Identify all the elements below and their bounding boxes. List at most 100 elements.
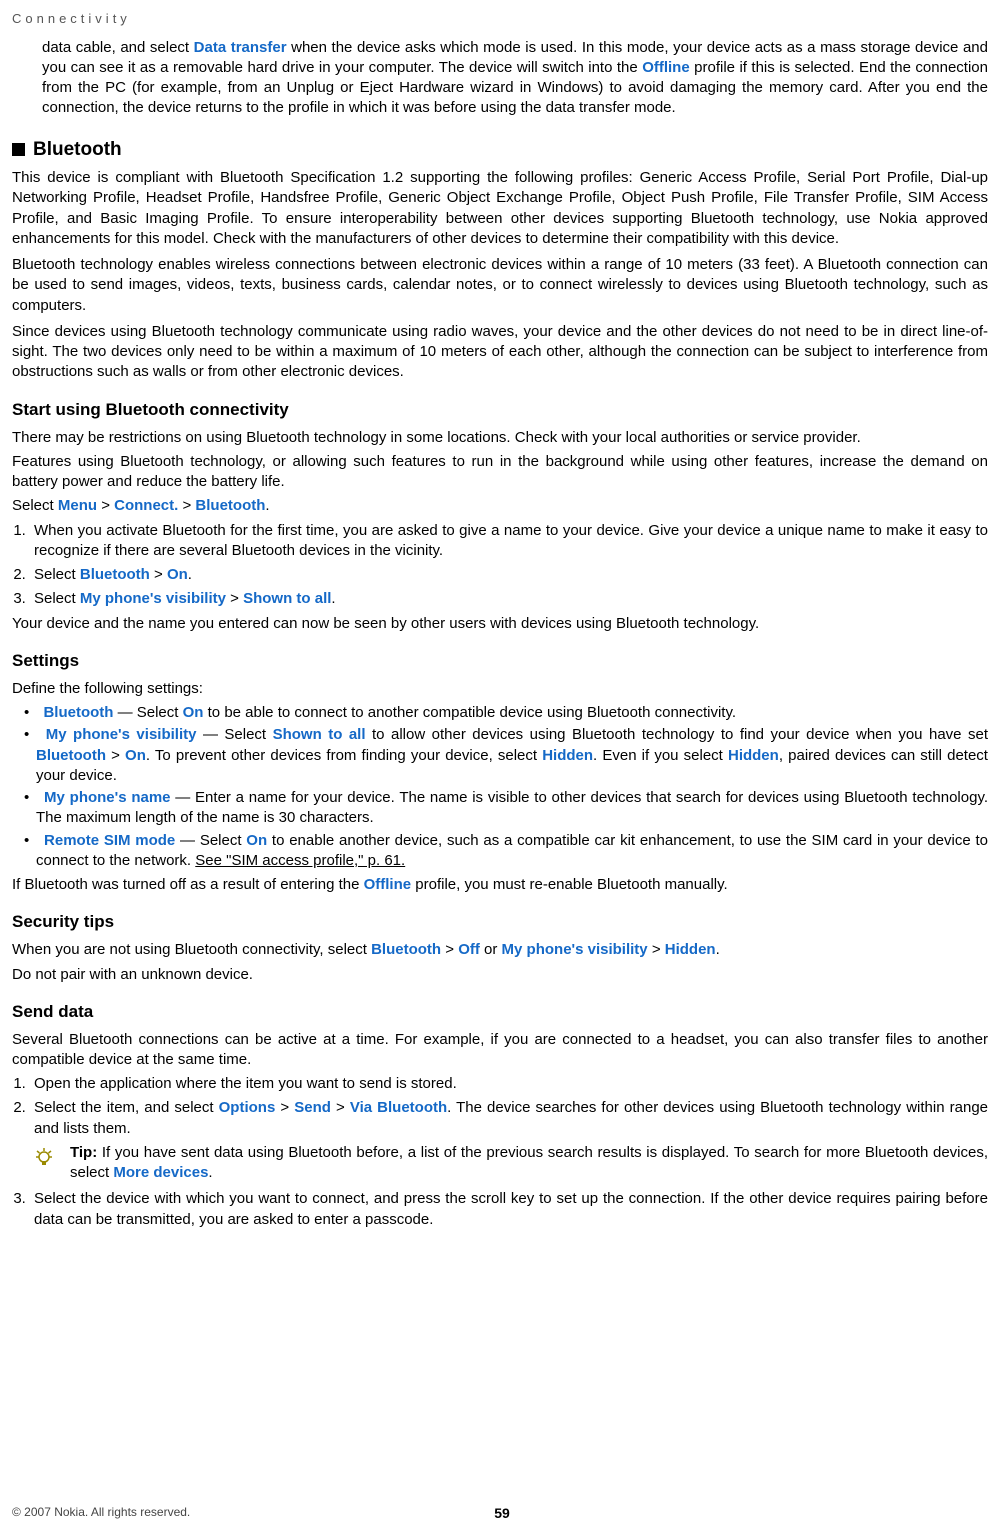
text: Select (12, 497, 58, 514)
copyright: © 2007 Nokia. All rights reserved. (12, 1505, 190, 1519)
value: On (125, 747, 146, 764)
text: to be able to connect to another compati… (203, 704, 736, 721)
send-title: Send data (12, 1001, 988, 1024)
security-p2: Do not pair with an unknown device. (12, 965, 988, 985)
send-step-3: Select the device with which you want to… (30, 1189, 988, 1230)
page-footer: © 2007 Nokia. All rights reserved. 59 (12, 1504, 992, 1520)
step-2: Select Bluetooth > On. (30, 565, 988, 585)
text: — Enter a name for your device. The name… (36, 789, 988, 826)
link-data-transfer: Data transfer (194, 39, 287, 56)
send-steps: Open the application where the item you … (30, 1074, 988, 1230)
start-select: Select Menu > Connect. > Bluetooth. (12, 496, 988, 516)
menu-item: My phone's visibility (502, 941, 648, 958)
menu-item: My phone's visibility (80, 590, 226, 607)
text: When you are not using Bluetooth connect… (12, 941, 371, 958)
setting-phone-name: My phone's name — Enter a name for your … (24, 788, 988, 829)
setting-name: My phone's name (44, 789, 170, 806)
text: profile, you must re-enable Bluetooth ma… (411, 876, 728, 893)
step-3: Select My phone's visibility > Shown to … (30, 589, 988, 609)
settings-intro: Define the following settings: (12, 679, 988, 699)
send-p1: Several Bluetooth connections can be act… (12, 1030, 988, 1071)
menu-item: Bluetooth (195, 497, 265, 514)
menu-item: Menu (58, 497, 97, 514)
menu-item: Bluetooth (371, 941, 441, 958)
step-1: When you activate Bluetooth for the firs… (30, 521, 988, 562)
start-p1: There may be restrictions on using Bluet… (12, 428, 988, 448)
tip-text: Tip: If you have sent data using Bluetoo… (70, 1143, 988, 1184)
settings-title: Settings (12, 650, 988, 673)
start-after: Your device and the name you entered can… (12, 614, 988, 634)
setting-name: Bluetooth (43, 704, 113, 721)
label-offline: Offline (364, 876, 412, 893)
bluetooth-p2: Bluetooth technology enables wireless co… (12, 255, 988, 316)
start-steps: When you activate Bluetooth for the firs… (30, 521, 988, 610)
separator: > (97, 497, 114, 514)
value: Bluetooth (36, 747, 106, 764)
send-step-1: Open the application where the item you … (30, 1074, 988, 1094)
menu-item: Connect. (114, 497, 178, 514)
link-sim-profile[interactable]: See "SIM access profile," p. 61. (195, 852, 405, 869)
menu-item: Options (219, 1099, 276, 1116)
send-step-2: Select the item, and select Options > Se… (30, 1098, 988, 1183)
text: . (188, 566, 192, 583)
value: Hidden (665, 941, 716, 958)
heading: Bluetooth (33, 137, 122, 163)
separator: > (178, 497, 195, 514)
text: . (331, 590, 335, 607)
separator: > (275, 1099, 294, 1116)
text: Select (34, 566, 80, 583)
value: On (183, 704, 204, 721)
setting-name: My phone's visibility (46, 726, 197, 743)
security-p1: When you are not using Bluetooth connect… (12, 940, 988, 960)
separator: > (331, 1099, 350, 1116)
menu-item: Via Bluetooth (350, 1099, 447, 1116)
text: . (208, 1164, 212, 1181)
value: On (246, 832, 267, 849)
separator: > (226, 590, 243, 607)
text: — Select (175, 832, 246, 849)
text: data cable, and select (42, 39, 194, 56)
setting-name: Remote SIM mode (44, 832, 175, 849)
text: — Select (113, 704, 182, 721)
value: Hidden (542, 747, 593, 764)
setting-remote-sim: Remote SIM mode — Select On to enable an… (24, 831, 988, 872)
start-title: Start using Bluetooth connectivity (12, 399, 988, 422)
text: to allow other devices using Bluetooth t… (366, 726, 988, 743)
text: . Even if you select (593, 747, 728, 764)
text: — Select (196, 726, 272, 743)
text: . (716, 941, 720, 958)
square-icon (12, 143, 25, 156)
text: If Bluetooth was turned off as a result … (12, 876, 364, 893)
intro-paragraph: data cable, and select Data transfer whe… (42, 38, 988, 119)
label-offline: Offline (642, 59, 690, 76)
bluetooth-p1: This device is compliant with Bluetooth … (12, 168, 988, 249)
value: Hidden (728, 747, 779, 764)
menu-item: More devices (113, 1164, 208, 1181)
setting-visibility: My phone's visibility — Select Shown to … (24, 725, 988, 786)
menu-item: Shown to all (243, 590, 331, 607)
text: . (265, 497, 269, 514)
separator: > (106, 747, 125, 764)
text: or (480, 941, 502, 958)
separator: > (441, 941, 458, 958)
text: . To prevent other devices from finding … (146, 747, 542, 764)
text: Select the item, and select (34, 1099, 219, 1116)
tip-icon (34, 1145, 56, 1173)
setting-bluetooth: Bluetooth — Select On to be able to conn… (24, 703, 988, 723)
start-p2: Features using Bluetooth technology, or … (12, 452, 988, 493)
value: Shown to all (273, 726, 366, 743)
menu-item: Send (294, 1099, 331, 1116)
menu-item: On (167, 566, 188, 583)
bluetooth-p3: Since devices using Bluetooth technology… (12, 322, 988, 383)
settings-list: Bluetooth — Select On to be able to conn… (24, 703, 988, 871)
value: Off (458, 941, 480, 958)
settings-after: If Bluetooth was turned off as a result … (12, 875, 988, 895)
tip-label: Tip: (70, 1144, 102, 1161)
page-number: 59 (494, 1504, 510, 1523)
menu-item: Bluetooth (80, 566, 150, 583)
text: Select (34, 590, 80, 607)
separator: > (150, 566, 167, 583)
separator: > (648, 941, 665, 958)
security-title: Security tips (12, 911, 988, 934)
page-header: Connectivity (12, 10, 992, 28)
